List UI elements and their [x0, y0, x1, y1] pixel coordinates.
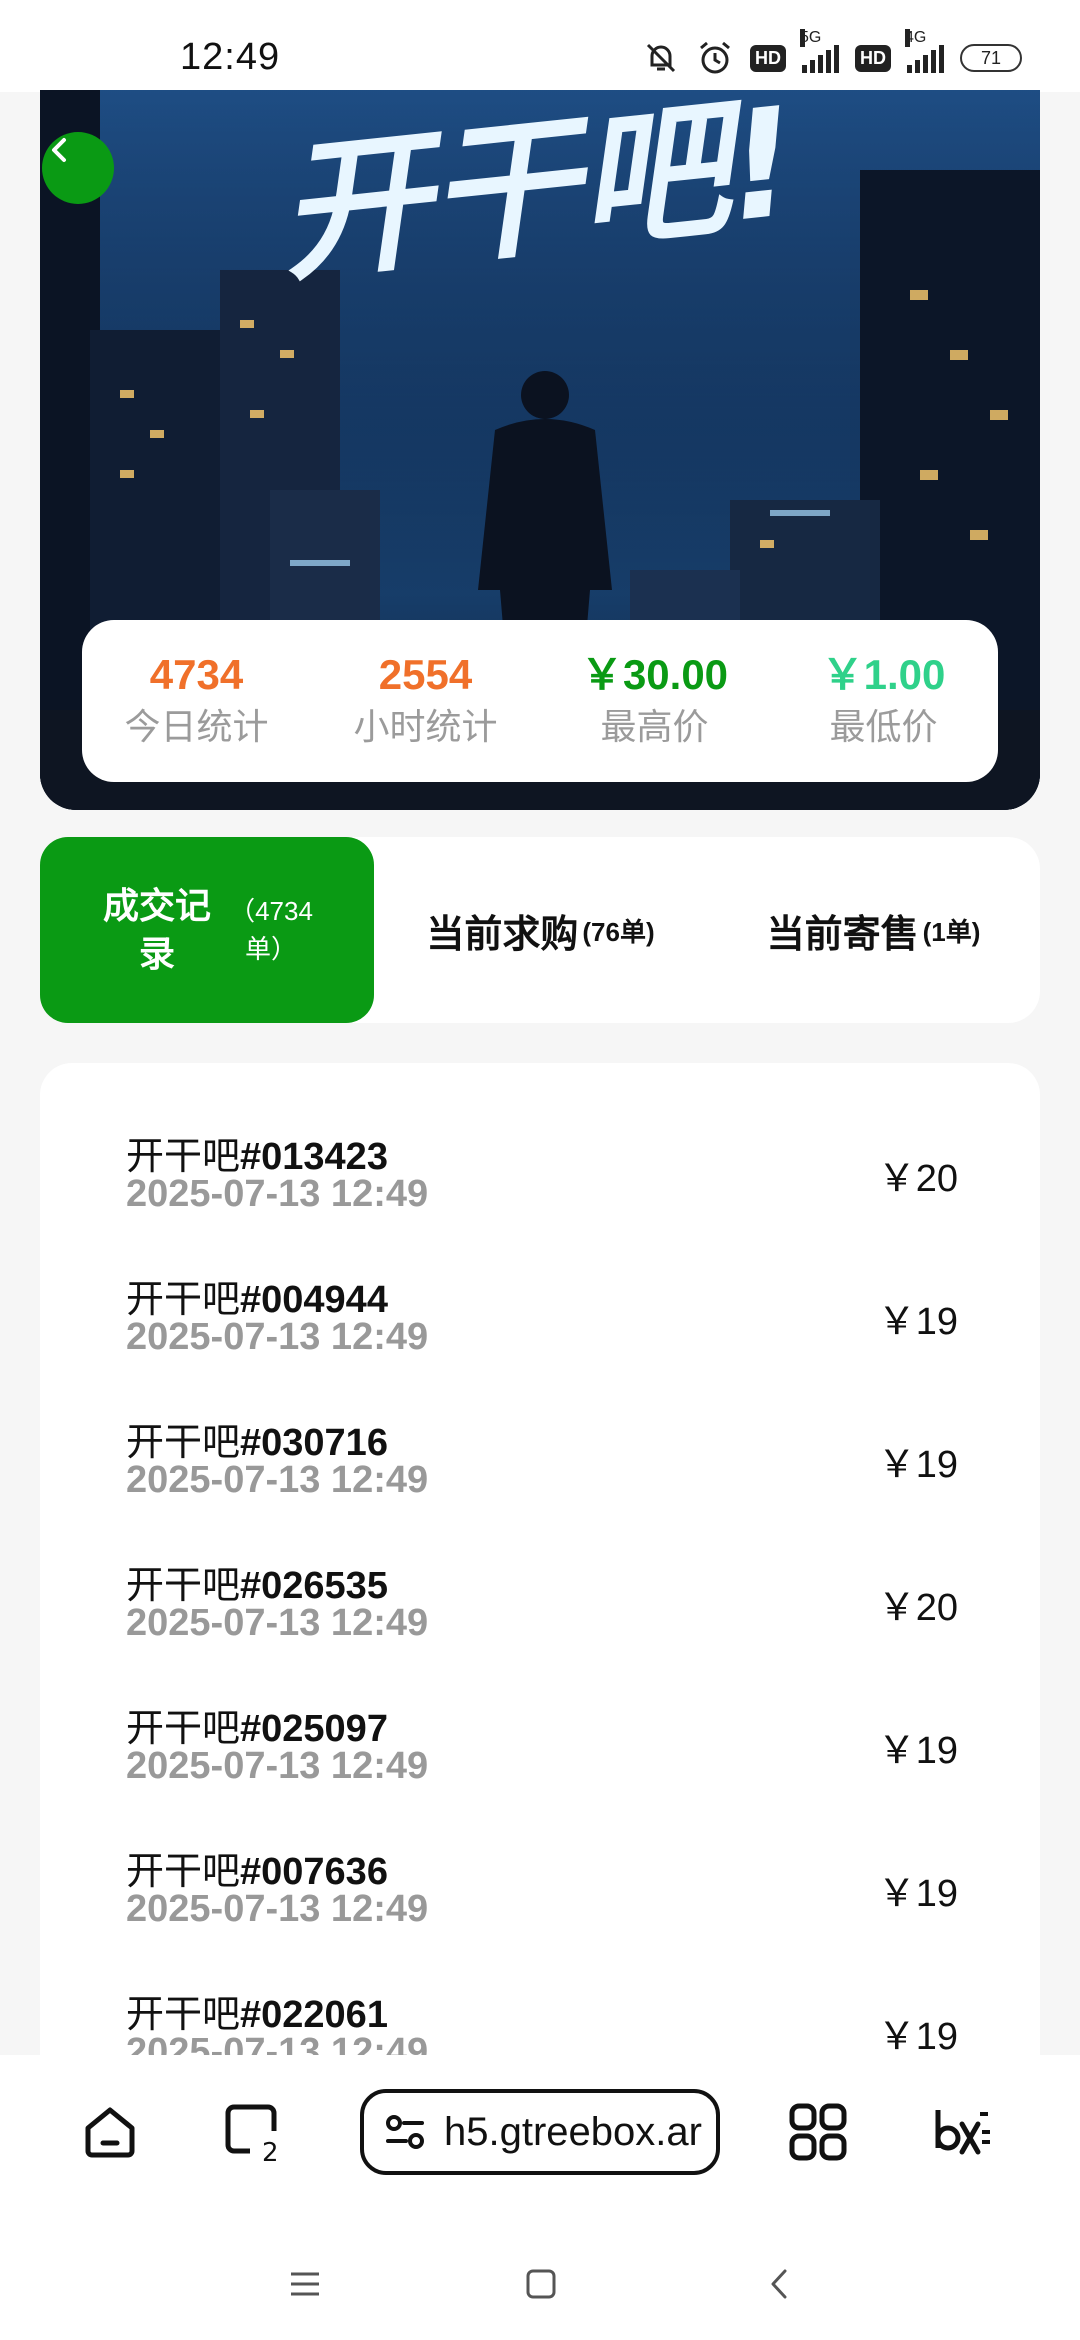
item-price: ￥19 — [877, 1873, 958, 1915]
stat-hour: 2554 小时统计 — [311, 620, 540, 782]
item-name: 开干吧#030716 — [126, 1422, 388, 1464]
item-name: 开干吧#022061 — [126, 1994, 388, 2036]
menu-icon — [291, 2272, 319, 2296]
apps-button[interactable] — [783, 2097, 853, 2167]
item-name: 开干吧#013423 — [126, 1136, 388, 1178]
back-nav-button[interactable] — [750, 2259, 810, 2309]
item-price: ￥20 — [877, 1587, 958, 1629]
tabs-icon: 2 — [225, 2104, 279, 2165]
stat-hour-value: 2554 — [378, 651, 473, 698]
menu-button[interactable] — [275, 2259, 335, 2309]
status-icons: HD 5G HD 4G 71 — [642, 29, 1022, 78]
stats-card: 4734 今日统计 2554 小时统计 ￥30.00 最高价 ￥1.00 最低价 — [82, 620, 998, 782]
tab-buy-count: (76单) — [582, 916, 655, 947]
ai-button[interactable] — [925, 2097, 995, 2167]
home-nav-button[interactable] — [511, 2259, 571, 2309]
square-icon — [526, 2269, 556, 2299]
item-price: ￥19 — [877, 2016, 958, 2058]
mute-icon — [642, 39, 680, 77]
item-name: 开干吧#026535 — [126, 1565, 388, 1607]
status-bar: 12:49 HD 5G HD 4G 71 — [0, 0, 1080, 92]
signal-4g-icon: 4G — [905, 29, 944, 73]
stat-today-value: 4734 — [149, 651, 244, 698]
tab-transactions-count: （4734单） — [229, 896, 313, 964]
alarm-icon — [696, 39, 734, 77]
list-item[interactable]: 开干吧#026535 2025-07-13 12:49 ￥20 — [40, 1492, 1040, 1644]
stat-min-price: ￥1.00 最低价 — [769, 620, 998, 782]
stat-max-label: 最高价 — [600, 706, 709, 747]
tab-consignments[interactable]: 当前寄售 (1单) — [707, 903, 1040, 958]
item-name: 开干吧#025097 — [126, 1708, 388, 1750]
system-nav-bar — [0, 2235, 1080, 2340]
item-price: ￥19 — [877, 1301, 958, 1343]
hd-badge-2: HD — [855, 44, 891, 72]
stat-min-value: ￥1.00 — [821, 651, 946, 698]
grid-icon — [789, 2103, 847, 2161]
list-item[interactable]: 开干吧#022061 2025-07-13 12:49 ￥19 — [40, 1921, 1040, 2073]
transaction-list: 开干吧#013423 2025-07-13 12:49 ￥20 开干吧#0049… — [40, 1063, 1040, 2163]
item-price: ￥19 — [877, 1444, 958, 1486]
hero-banner: 开干吧! 4734 今日统计 2554 小时统计 ￥30.00 最高价 ￥1.0… — [40, 90, 1040, 810]
browser-toolbar: 2 h5.gtreebox.ar — [0, 2055, 1080, 2235]
tab-buy-orders[interactable]: 当前求购 (76单) — [374, 903, 707, 958]
tab-buy-label: 当前求购 — [426, 913, 579, 956]
chevron-left-icon — [52, 138, 66, 162]
stat-max-value: ￥30.00 — [580, 651, 729, 698]
list-item[interactable]: 开干吧#013423 2025-07-13 12:49 ￥20 — [40, 1063, 1040, 1215]
stat-hour-label: 小时统计 — [353, 706, 498, 747]
list-item[interactable]: 开干吧#025097 2025-07-13 12:49 ￥19 — [40, 1635, 1040, 1787]
tab-sell-label: 当前寄售 — [766, 913, 919, 956]
item-price: ￥19 — [877, 1730, 958, 1772]
home-button[interactable] — [75, 2097, 145, 2167]
back-chevron-icon — [771, 2269, 787, 2299]
address-bar[interactable]: h5.gtreebox.ar — [360, 2089, 720, 2175]
list-item[interactable]: 开干吧#007636 2025-07-13 12:49 ￥19 — [40, 1778, 1040, 1930]
stat-today: 4734 今日统计 — [82, 620, 311, 782]
battery-icon: 71 — [960, 44, 1022, 72]
stat-max-price: ￥30.00 最高价 — [540, 620, 769, 782]
ai-assistant-icon — [935, 2110, 990, 2155]
status-time: 12:49 — [180, 36, 281, 78]
stat-min-label: 最低价 — [829, 706, 938, 747]
signal-5g-icon: 5G — [800, 29, 839, 73]
hd-badge: HD — [750, 44, 786, 72]
list-item[interactable]: 开干吧#004944 2025-07-13 12:49 ￥19 — [40, 1206, 1040, 1358]
tab-transactions[interactable]: 成交记录 （4734单） — [40, 837, 374, 1023]
item-name: 开干吧#007636 — [126, 1851, 388, 1893]
tab-transactions-label: 成交记录 — [102, 885, 211, 974]
tab-sell-count: (1单) — [922, 916, 981, 947]
item-name: 开干吧#004944 — [126, 1279, 388, 1321]
home-icon — [85, 2107, 135, 2158]
tabs-button[interactable]: 2 — [218, 2097, 288, 2167]
record-tabs: 成交记录 （4734单） 当前求购 (76单) 当前寄售 (1单) — [40, 837, 1040, 1023]
stat-today-label: 今日统计 — [124, 706, 269, 747]
back-button[interactable] — [42, 132, 114, 204]
site-settings-icon — [386, 2115, 424, 2149]
list-item[interactable]: 开干吧#030716 2025-07-13 12:49 ￥19 — [40, 1349, 1040, 1501]
url-text: h5.gtreebox.ar — [444, 2109, 702, 2154]
item-price: ￥20 — [877, 1158, 958, 1200]
svg-text:2: 2 — [262, 2138, 279, 2165]
